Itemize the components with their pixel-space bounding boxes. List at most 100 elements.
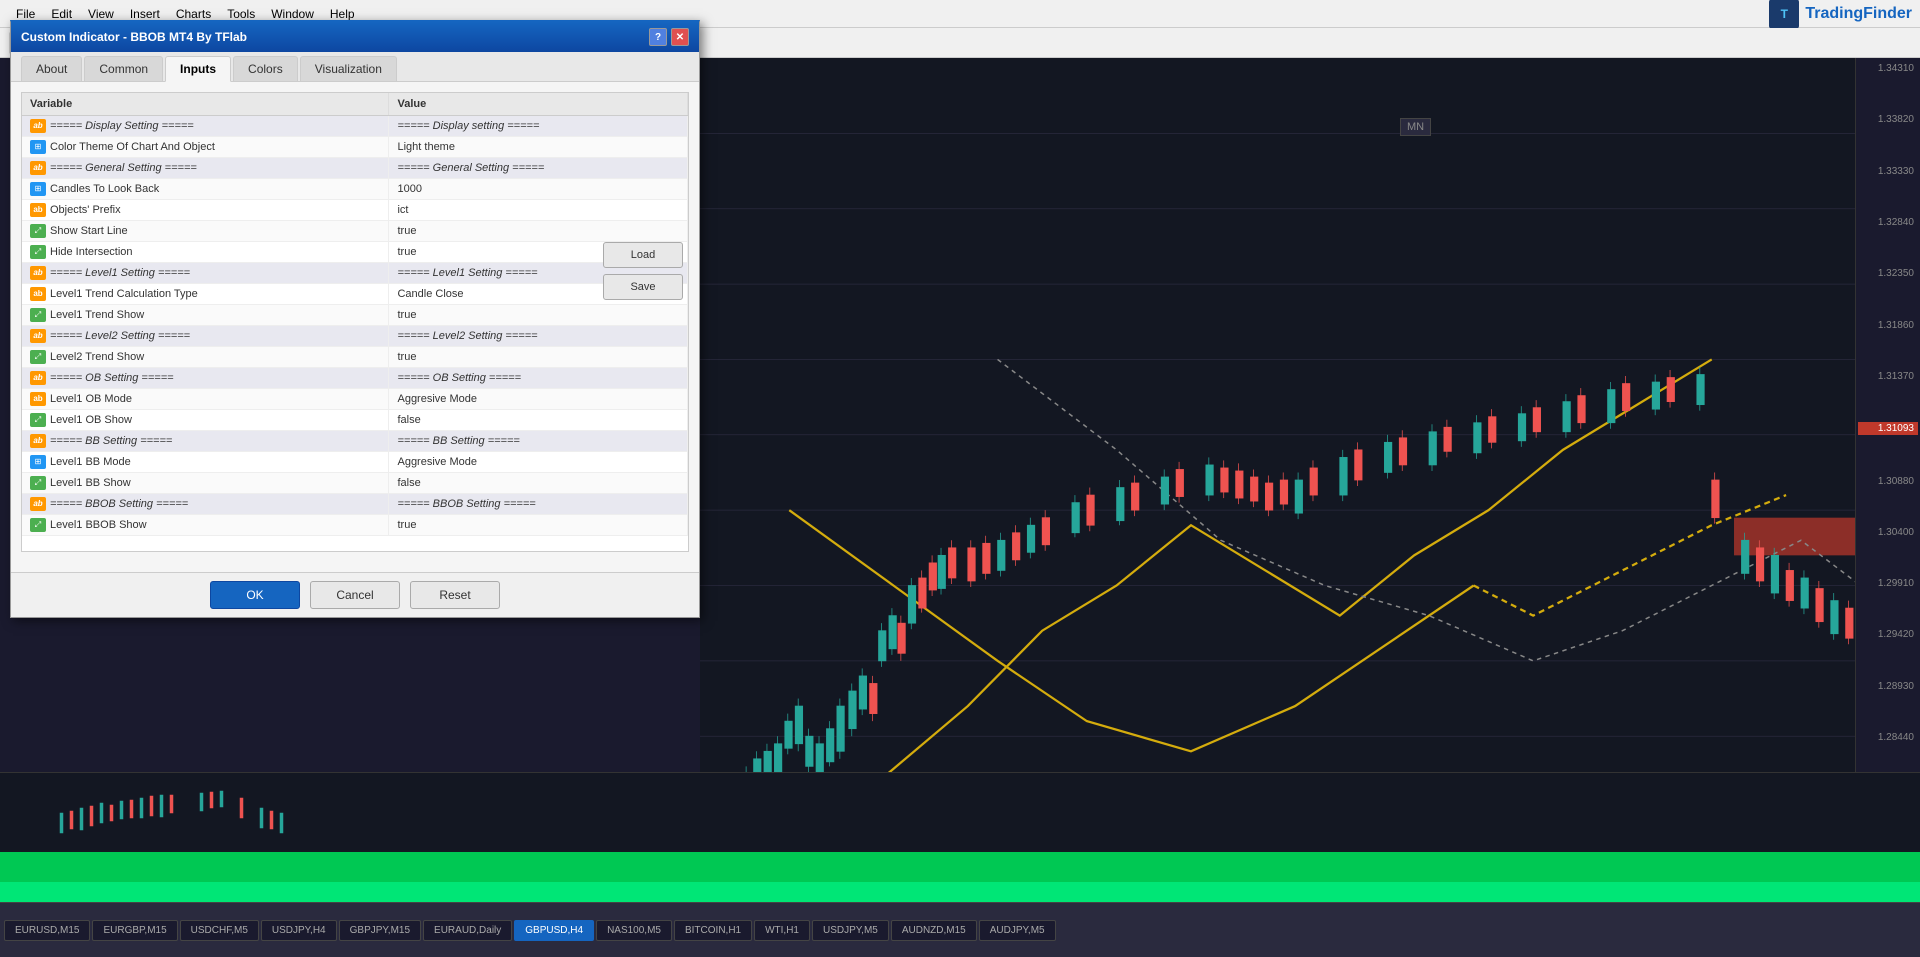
dialog-title-bar: Custom Indicator - BBOB MT4 By TFlab ? ✕ <box>11 22 699 52</box>
dialog-help-button[interactable]: ? <box>649 28 667 46</box>
row-variable: ⊞Color Theme Of Chart And Object <box>22 137 389 158</box>
col-variable: Variable <box>22 93 389 116</box>
row-value[interactable]: true <box>389 347 688 368</box>
table-row[interactable]: abLevel1 OB ModeAggresive Mode <box>22 389 688 410</box>
table-row[interactable]: ⤢Show Start Linetrue <box>22 221 688 242</box>
row-value[interactable]: Aggresive Mode <box>389 452 688 473</box>
table-row[interactable]: ab===== Level2 Setting ========== Level2… <box>22 326 688 347</box>
reset-button[interactable]: Reset <box>410 581 500 609</box>
custom-indicator-dialog: Custom Indicator - BBOB MT4 By TFlab ? ✕… <box>10 20 700 618</box>
row-value[interactable]: true <box>389 221 688 242</box>
cancel-button[interactable]: Cancel <box>310 581 400 609</box>
row-value[interactable]: ===== BB Setting ===== <box>389 431 688 452</box>
dialog-footer: OK Cancel Reset <box>11 572 699 617</box>
tab-common[interactable]: Common <box>84 56 163 81</box>
table-row[interactable]: ab===== General Setting ========== Gener… <box>22 158 688 179</box>
symbol-tab-euraud-daily[interactable]: EURAUD,Daily <box>423 920 512 941</box>
table-row[interactable]: ab===== BBOB Setting ========== BBOB Set… <box>22 494 688 515</box>
load-button[interactable]: Load <box>603 242 683 268</box>
dialog-tab-bar: About Common Inputs Colors Visualization <box>11 52 699 82</box>
row-value[interactable]: false <box>389 410 688 431</box>
table-row[interactable]: abLevel1 Trend Calculation TypeCandle Cl… <box>22 284 688 305</box>
row-value[interactable]: true <box>389 515 688 536</box>
row-variable: ab===== Display Setting ===== <box>22 116 389 137</box>
row-variable: ab===== OB Setting ===== <box>22 368 389 389</box>
price-1.28930: 1.28930 <box>1858 681 1918 692</box>
row-variable: ⤢Level2 Trend Show <box>22 347 389 368</box>
table-row[interactable]: ab===== BB Setting ========== BB Setting… <box>22 431 688 452</box>
price-1.33820: 1.33820 <box>1858 114 1918 125</box>
symbol-tab-gbpjpy-m15[interactable]: GBPJPY,M15 <box>339 920 421 941</box>
row-value[interactable]: ict <box>389 200 688 221</box>
mn-label: MN <box>1400 118 1431 136</box>
row-variable: abObjects' Prefix <box>22 200 389 221</box>
tab-colors[interactable]: Colors <box>233 56 298 81</box>
inputs-table-container[interactable]: Variable Value ab===== Display Setting =… <box>21 92 689 552</box>
row-value[interactable]: true <box>389 305 688 326</box>
row-value[interactable]: Light theme <box>389 137 688 158</box>
row-variable: abLevel1 OB Mode <box>22 389 389 410</box>
table-row[interactable]: ⤢Level1 BBOB Showtrue <box>22 515 688 536</box>
price-1.29910: 1.29910 <box>1858 578 1918 589</box>
inputs-table: Variable Value ab===== Display Setting =… <box>22 93 688 536</box>
table-row[interactable]: ⤢Level2 Trend Showtrue <box>22 347 688 368</box>
symbol-tab-usdchf-m5[interactable]: USDCHF,M5 <box>180 920 259 941</box>
symbol-tab-nas100-m5[interactable]: NAS100,M5 <box>596 920 672 941</box>
row-value[interactable]: false <box>389 473 688 494</box>
row-variable: ⊞Candles To Look Back <box>22 179 389 200</box>
symbol-tabs: EURUSD,M15 EURGBP,M15 USDCHF,M5 USDJPY,H… <box>0 902 1920 957</box>
price-1.31860: 1.31860 <box>1858 320 1918 331</box>
price-1.32350: 1.32350 <box>1858 268 1918 279</box>
row-variable: ⤢Level1 BB Show <box>22 473 389 494</box>
row-variable: abLevel1 Trend Calculation Type <box>22 284 389 305</box>
trading-finder-text: TradingFinder <box>1805 5 1912 23</box>
symbol-tab-gbpusd-h4[interactable]: GBPUSD,H4 <box>514 920 594 941</box>
table-row[interactable]: ⤢Level1 BB Showfalse <box>22 473 688 494</box>
green-indicator-bars <box>0 852 1920 902</box>
tab-about[interactable]: About <box>21 56 82 81</box>
price-1.29420: 1.29420 <box>1858 629 1918 640</box>
table-row[interactable]: ⊞Color Theme Of Chart And ObjectLight th… <box>22 137 688 158</box>
price-1.28440: 1.28440 <box>1858 732 1918 743</box>
price-current: 1.31093 <box>1858 422 1918 435</box>
row-value[interactable]: ===== BBOB Setting ===== <box>389 494 688 515</box>
row-variable: ⤢Show Start Line <box>22 221 389 242</box>
table-row[interactable]: ab===== OB Setting ========== OB Setting… <box>22 368 688 389</box>
table-row[interactable]: ab===== Level1 Setting ========== Level1… <box>22 263 688 284</box>
bottom-chart-strip <box>0 772 1920 852</box>
row-value[interactable]: 1000 <box>389 179 688 200</box>
row-variable: ab===== Level1 Setting ===== <box>22 263 389 284</box>
symbol-tab-wti-h1[interactable]: WTI,H1 <box>754 920 810 941</box>
symbol-tab-audnzd-m15[interactable]: AUDNZD,M15 <box>891 920 977 941</box>
symbol-tab-usdjpy-m5[interactable]: USDJPY,M5 <box>812 920 889 941</box>
table-row[interactable]: ⤢Level1 Trend Showtrue <box>22 305 688 326</box>
price-1.30400: 1.30400 <box>1858 527 1918 538</box>
price-1.34310: 1.34310 <box>1858 63 1918 74</box>
tab-inputs[interactable]: Inputs <box>165 56 231 82</box>
ok-button[interactable]: OK <box>210 581 300 609</box>
table-row[interactable]: ⊞Candles To Look Back1000 <box>22 179 688 200</box>
symbol-tab-usdjpy-h4[interactable]: USDJPY,H4 <box>261 920 337 941</box>
table-row[interactable]: ⊞Level1 BB ModeAggresive Mode <box>22 452 688 473</box>
dialog-inputs-content: Variable Value ab===== Display Setting =… <box>11 82 699 572</box>
symbol-tab-eurgbp-m15[interactable]: EURGBP,M15 <box>92 920 177 941</box>
dialog-close-button[interactable]: ✕ <box>671 28 689 46</box>
row-value[interactable]: Aggresive Mode <box>389 389 688 410</box>
col-value: Value <box>389 93 688 116</box>
tab-visualization[interactable]: Visualization <box>300 56 397 81</box>
table-row[interactable]: ⤢Level1 OB Showfalse <box>22 410 688 431</box>
table-row[interactable]: ⤢Hide Intersectiontrue <box>22 242 688 263</box>
row-value[interactable]: ===== General Setting ===== <box>389 158 688 179</box>
row-value[interactable]: ===== Display setting ===== <box>389 116 688 137</box>
symbol-tab-eurusd-m15[interactable]: EURUSD,M15 <box>4 920 90 941</box>
symbol-tab-bitcoin-h1[interactable]: BITCOIN,H1 <box>674 920 752 941</box>
table-row[interactable]: abObjects' Prefixict <box>22 200 688 221</box>
row-value[interactable]: ===== OB Setting ===== <box>389 368 688 389</box>
trading-finder-logo: T TradingFinder <box>1769 0 1912 29</box>
row-value[interactable]: ===== Level2 Setting ===== <box>389 326 688 347</box>
green-bar-inner <box>0 882 1920 902</box>
table-row[interactable]: ab===== Display Setting ========== Displ… <box>22 116 688 137</box>
price-1.31370: 1.31370 <box>1858 371 1918 382</box>
symbol-tab-audjpy-m5[interactable]: AUDJPY,M5 <box>979 920 1056 941</box>
save-button[interactable]: Save <box>603 274 683 300</box>
